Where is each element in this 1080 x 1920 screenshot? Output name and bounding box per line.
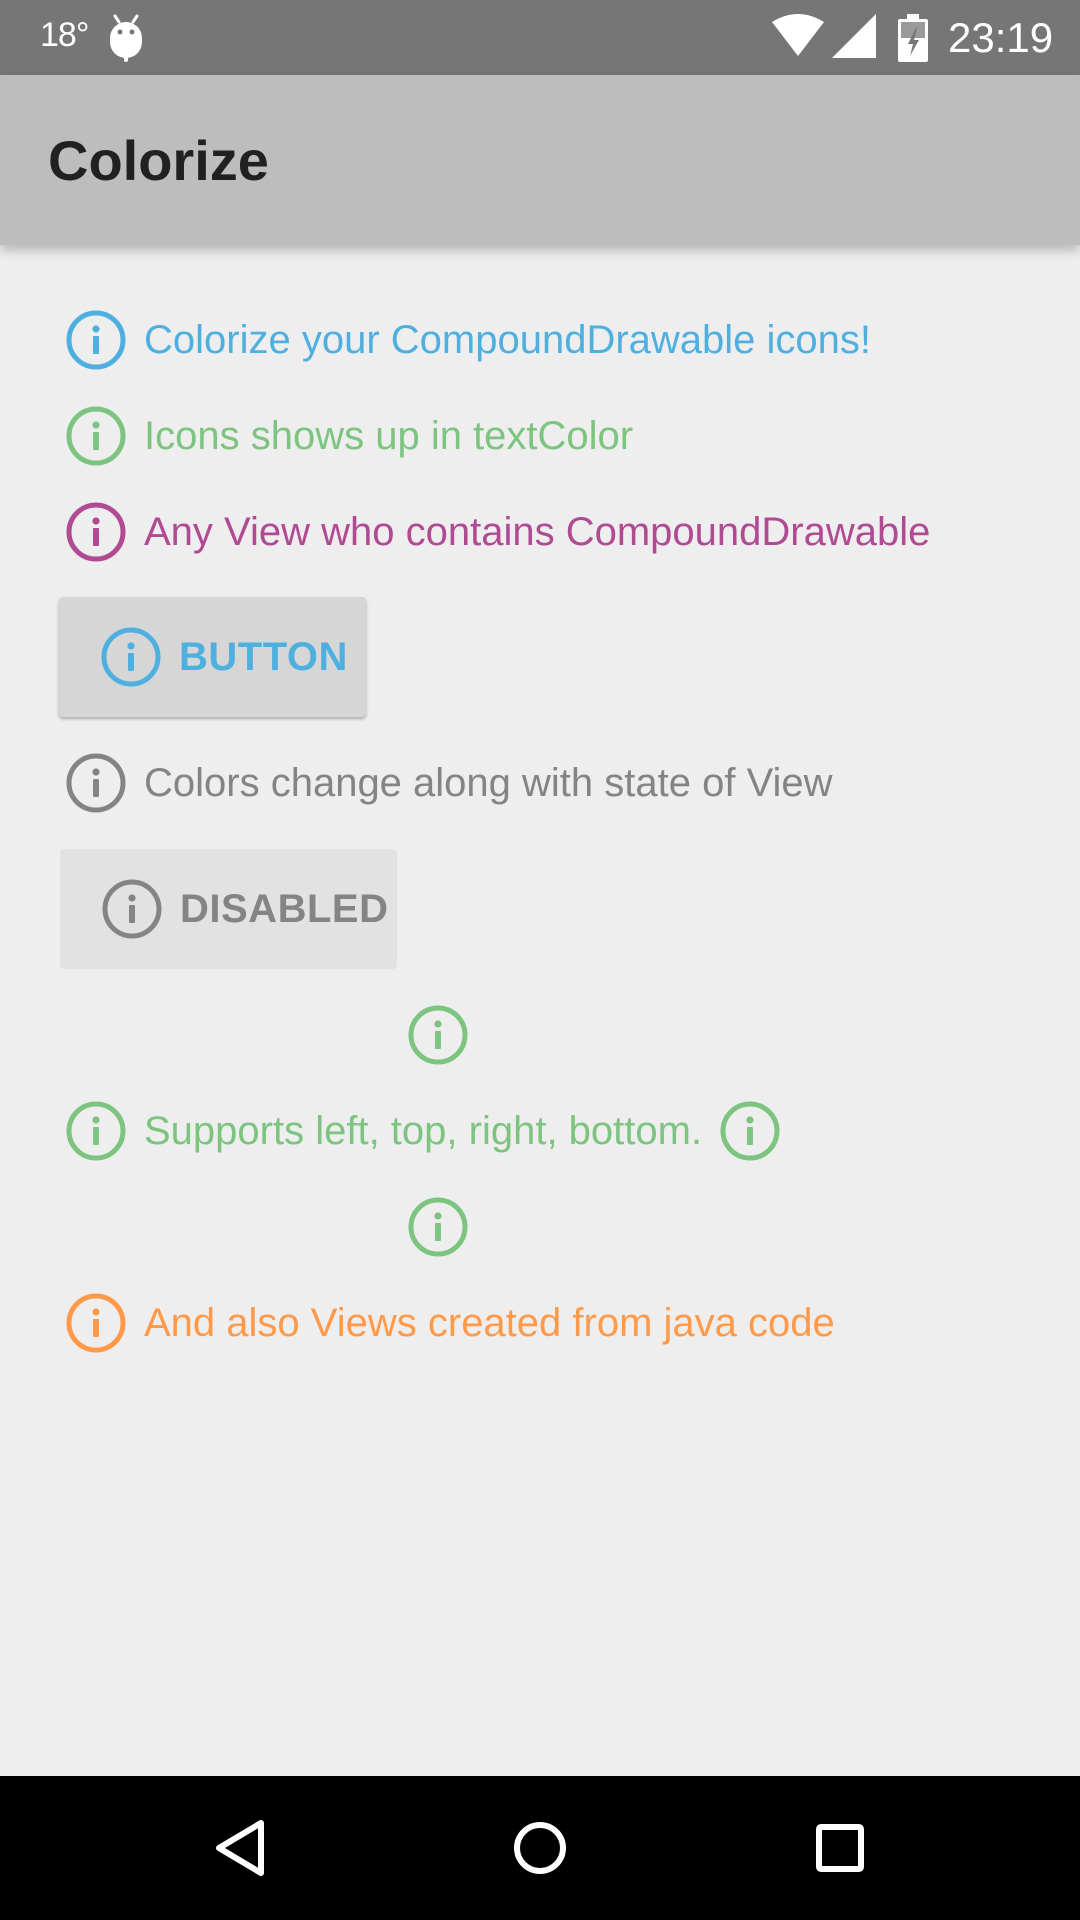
battery-icon — [898, 14, 928, 62]
info-text-row-3: Any View who contains CompoundDrawable — [64, 500, 930, 564]
supports-directions-row: Supports left, top, right, bottom. — [64, 1099, 782, 1163]
info-text-row-2: Icons shows up in textColor — [64, 404, 633, 468]
recents-icon — [816, 1824, 864, 1872]
supports-text: Supports left, top, right, bottom. — [144, 1108, 703, 1153]
info-icon-left — [66, 1101, 126, 1161]
info-text: Icons shows up in textColor — [144, 413, 634, 458]
android-icon — [110, 14, 142, 62]
info-text-row-1: Colorize your CompoundDrawable icons! — [64, 308, 871, 372]
navigation-bar — [0, 1776, 1080, 1920]
info-icon — [101, 627, 161, 687]
info-icon — [66, 753, 126, 813]
colorized-button[interactable]: BUTTON — [59, 597, 366, 717]
info-text: And also Views created from java code — [144, 1300, 835, 1345]
button-label: BUTTON — [179, 634, 348, 679]
info-text-row-5: And also Views created from java code — [64, 1291, 835, 1355]
info-text: Colors change along with state of View — [144, 760, 833, 805]
status-bar: 18° 23:19 — [0, 0, 1080, 75]
info-text: Any View who contains CompoundDrawable — [144, 509, 931, 554]
recents-button[interactable] — [750, 1776, 930, 1920]
info-icon — [102, 879, 162, 939]
info-icon — [66, 1293, 126, 1353]
clock-text: 23:19 — [948, 14, 1054, 61]
signal-icon — [832, 14, 876, 58]
info-icon-top — [408, 1005, 468, 1065]
home-button[interactable] — [450, 1776, 630, 1920]
back-icon — [216, 1820, 264, 1876]
info-text-row-4: Colors change along with state of View — [64, 751, 833, 815]
home-icon — [514, 1822, 566, 1874]
wifi-icon — [772, 14, 824, 56]
info-icon-right — [720, 1101, 780, 1161]
app-title: Colorize — [48, 129, 269, 192]
info-icon — [66, 406, 126, 466]
temperature-text: 18° — [40, 16, 89, 54]
disabled-button[interactable]: DISABLED — [60, 849, 397, 969]
info-icon-bottom — [408, 1197, 468, 1257]
info-text: Colorize your CompoundDrawable icons! — [144, 317, 872, 362]
info-icon — [66, 502, 126, 562]
info-icon — [66, 310, 126, 370]
disabled-button-label: DISABLED — [180, 886, 389, 931]
app-bar: Colorize — [0, 75, 1080, 245]
back-button[interactable] — [150, 1776, 330, 1920]
